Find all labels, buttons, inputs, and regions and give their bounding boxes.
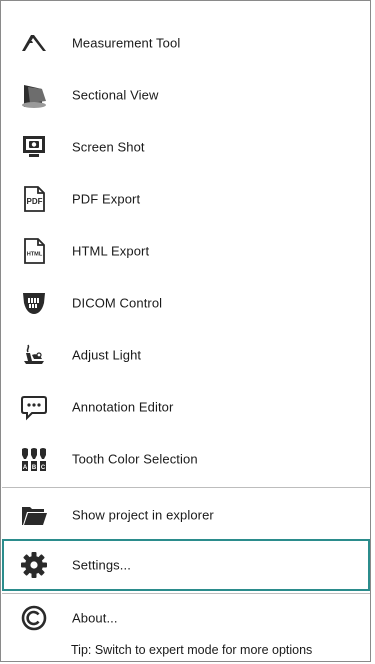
menu-item-label: About... — [72, 610, 118, 626]
folder-icon — [20, 501, 48, 529]
menu-item-label: Adjust Light — [72, 347, 142, 363]
menu-item-label: Sectional View — [72, 87, 159, 103]
context-menu: Measurement Tool Sectional View Screen S… — [0, 0, 371, 662]
menu-item-settings[interactable]: Settings... — [2, 539, 370, 591]
menu-item-label: HTML Export — [72, 243, 150, 259]
menu-item-screen-shot[interactable]: Screen Shot — [2, 121, 370, 173]
tip-text: Tip: Switch to expert mode for more opti… — [71, 643, 313, 657]
speech-bubble-icon — [20, 393, 48, 421]
copyright-icon — [20, 604, 48, 632]
menu-item-label: Measurement Tool — [72, 35, 181, 51]
menu-item-pdf-export[interactable]: PDF PDF Export — [2, 173, 370, 225]
caliper-icon — [20, 29, 48, 57]
menu-item-adjust-light[interactable]: Adjust Light — [2, 329, 370, 381]
menu-item-measurement-tool[interactable]: Measurement Tool — [2, 17, 370, 69]
menu-item-tooth-color-selection[interactable]: A B C Tooth Color Selection — [2, 433, 370, 485]
menu-item-label: DICOM Control — [72, 295, 163, 311]
shade-letter-c: C — [41, 465, 46, 471]
sectional-view-icon — [20, 81, 48, 109]
camera-screen-icon — [20, 133, 48, 161]
pdf-icon-text: PDF — [27, 197, 43, 206]
menu-item-show-project-in-explorer[interactable]: Show project in explorer — [2, 489, 370, 541]
menu-separator — [2, 487, 370, 488]
html-file-icon: HTML — [20, 237, 48, 265]
html-icon-text: HTML — [27, 252, 43, 258]
menu-item-about[interactable]: About... — [2, 593, 370, 643]
menu-item-label: Show project in explorer — [72, 507, 214, 523]
menu-item-label: Tooth Color Selection — [72, 451, 198, 467]
menu-item-dicom-control[interactable]: DICOM Control — [2, 277, 370, 329]
shade-letter-b: B — [32, 465, 37, 471]
dicom-jaw-icon — [20, 289, 48, 317]
pdf-file-icon: PDF — [20, 185, 48, 213]
menu-item-annotation-editor[interactable]: Annotation Editor — [2, 381, 370, 433]
menu-item-sectional-view[interactable]: Sectional View — [2, 69, 370, 121]
menu-item-label: Settings... — [72, 557, 131, 573]
lamp-icon — [20, 341, 48, 369]
menu-item-label: Annotation Editor — [72, 399, 174, 415]
tooth-shade-icon: A B C — [20, 445, 48, 473]
menu-item-html-export[interactable]: HTML HTML Export — [2, 225, 370, 277]
menu-item-label: PDF Export — [72, 191, 141, 207]
shade-letter-a: A — [23, 465, 28, 471]
gear-icon — [20, 551, 48, 579]
menu-item-label: Screen Shot — [72, 139, 145, 155]
